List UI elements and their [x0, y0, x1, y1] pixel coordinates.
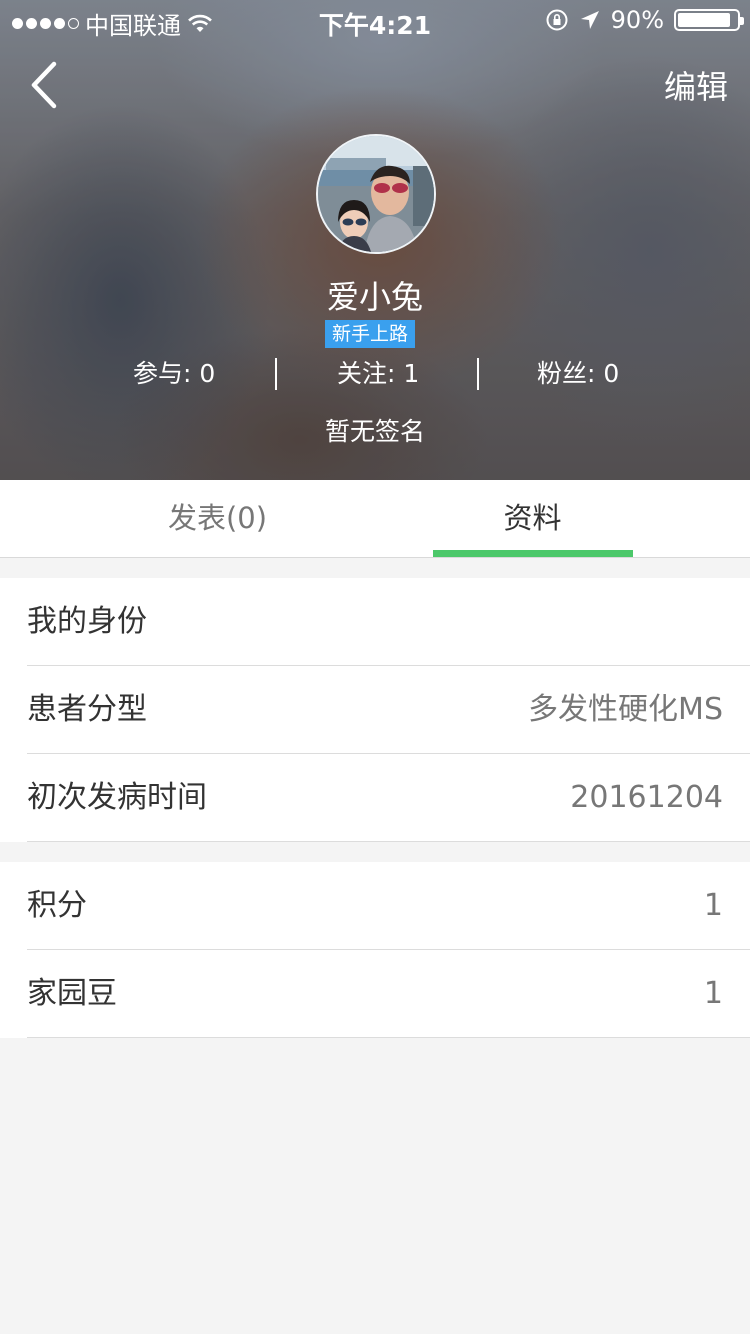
fans-count[interactable]: 粉丝: 0	[537, 356, 619, 392]
row-value: 20161204	[570, 780, 723, 815]
row-value: 1	[703, 888, 723, 923]
status-bar: 中国联通 下午4:21 90%	[0, 0, 750, 40]
chevron-left-icon	[31, 61, 57, 109]
list-item-points[interactable]: 积分 1	[0, 862, 750, 950]
row-value: 1	[703, 976, 723, 1011]
username: 爱小兔	[326, 278, 423, 316]
list-item-onset-date[interactable]: 初次发病时间 20161204	[0, 754, 750, 842]
profile-header: 中国联通 下午4:21 90% 编辑 爱小兔 新手上路 参与: 0 关注: 1 …	[0, 0, 750, 480]
signature: 暂无签名	[324, 417, 425, 446]
participate-count[interactable]: 参与: 0	[133, 356, 215, 392]
profile-tabs: 发表(0) 资料	[0, 480, 750, 558]
edit-button[interactable]: 编辑	[664, 62, 728, 108]
avatar[interactable]	[316, 134, 436, 254]
stat-divider	[477, 358, 479, 390]
profile-stats: 参与: 0 关注: 1 粉丝: 0	[0, 356, 750, 392]
row-divider	[27, 1037, 750, 1038]
active-tab-indicator	[433, 550, 633, 557]
rotation-lock-icon	[546, 9, 568, 31]
row-label: 我的身份	[27, 604, 147, 639]
row-label: 患者分型	[27, 692, 147, 727]
battery-percent: 90%	[610, 6, 664, 34]
back-button[interactable]	[22, 58, 72, 112]
stat-divider	[275, 358, 277, 390]
identity-info-group: 我的身份 患者分型 多发性硬化MS 初次发病时间 20161204	[0, 578, 750, 842]
row-label: 初次发病时间	[27, 780, 207, 815]
row-label: 积分	[27, 888, 87, 923]
row-label: 家园豆	[27, 976, 117, 1011]
level-badge: 新手上路	[325, 320, 415, 348]
list-item-identity[interactable]: 我的身份	[0, 578, 750, 666]
row-value: 多发性硬化MS	[528, 692, 723, 727]
tab-profile-info[interactable]: 资料	[345, 480, 720, 557]
list-item-beans[interactable]: 家园豆 1	[0, 950, 750, 1038]
list-item-patient-type[interactable]: 患者分型 多发性硬化MS	[0, 666, 750, 754]
location-arrow-icon	[580, 11, 599, 29]
points-info-group: 积分 1 家园豆 1	[0, 862, 750, 1038]
battery-icon	[674, 9, 744, 31]
row-divider	[27, 841, 750, 842]
avatar-photo	[318, 136, 434, 252]
following-count[interactable]: 关注: 1	[337, 356, 419, 392]
status-right: 90%	[545, 6, 744, 34]
